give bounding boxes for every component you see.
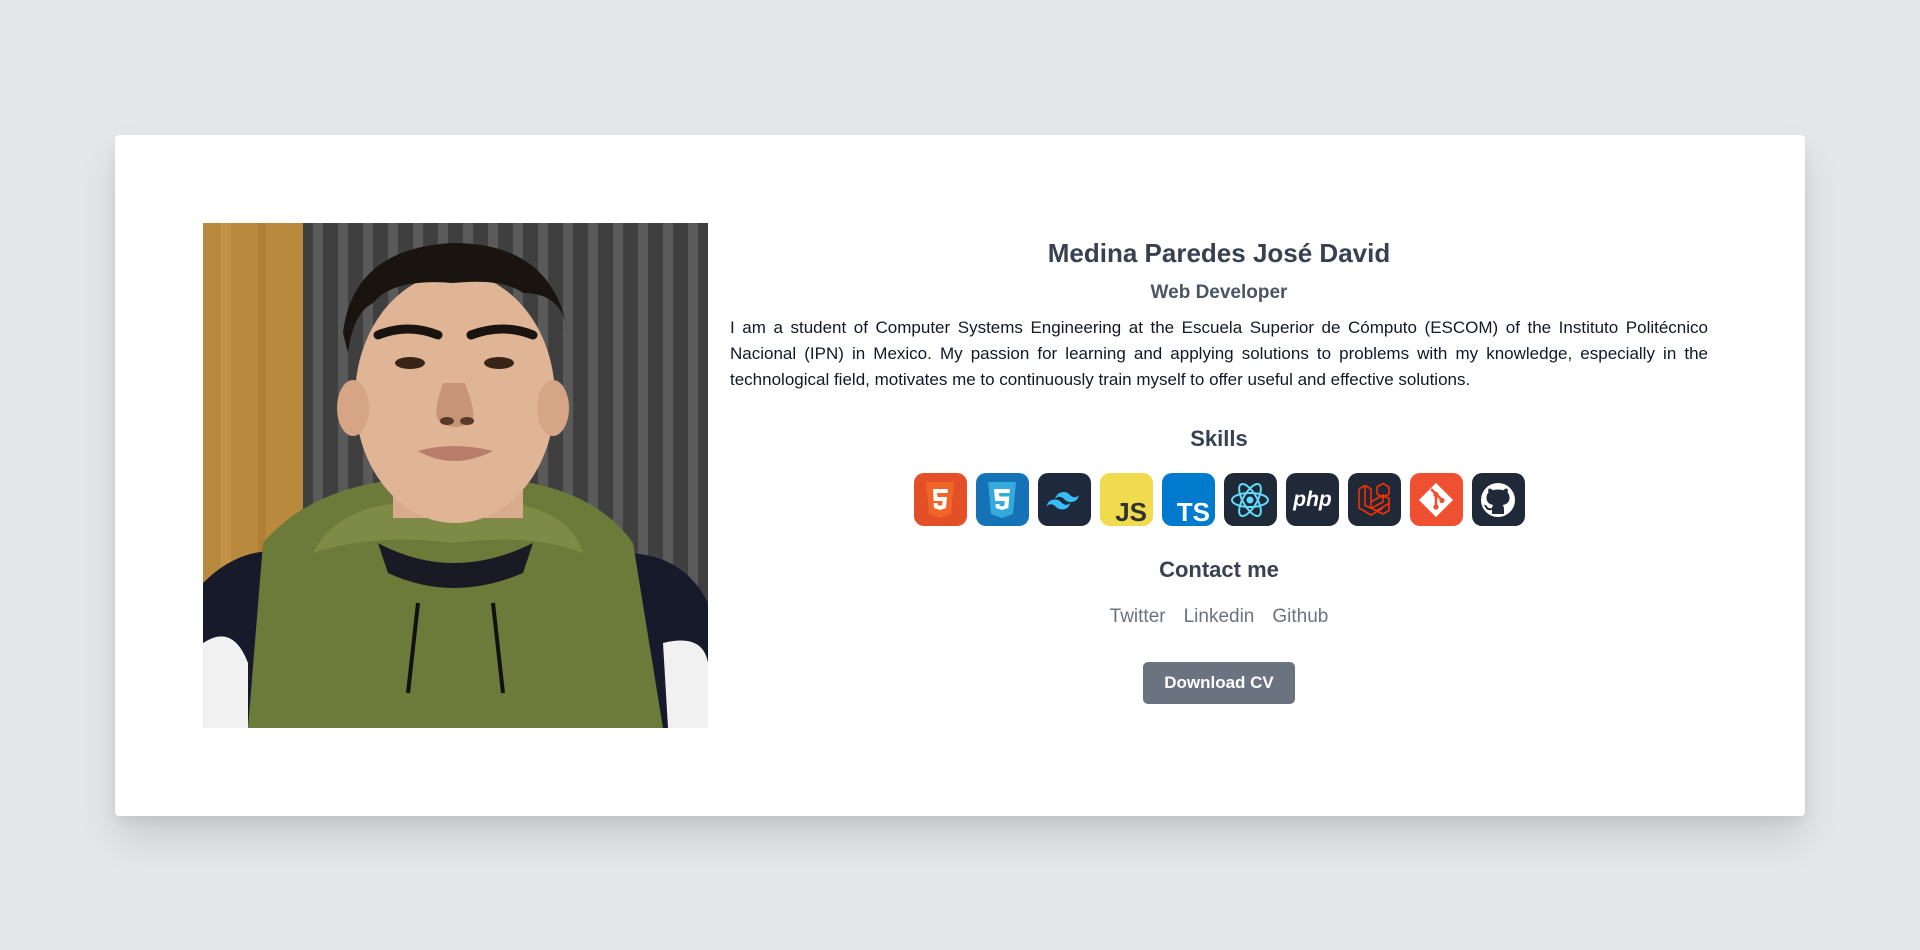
- github-link[interactable]: Github: [1272, 606, 1328, 628]
- linkedin-link[interactable]: Linkedin: [1184, 606, 1255, 628]
- react-icon: [1223, 473, 1277, 526]
- javascript-icon: JS: [1099, 473, 1153, 526]
- profile-card: Medina Paredes José David Web Developer …: [115, 135, 1805, 816]
- typescript-icon: TS: [1161, 473, 1215, 526]
- html5-icon: [913, 473, 967, 526]
- typescript-label: TS: [1176, 497, 1209, 526]
- contact-title: Contact me: [1159, 557, 1279, 582]
- profile-role: Web Developer: [1150, 282, 1288, 303]
- git-icon: [1409, 473, 1463, 526]
- github-icon: [1471, 473, 1525, 526]
- php-label: php: [1292, 488, 1332, 511]
- profile-name: Medina Paredes José David: [1047, 238, 1391, 268]
- css3-icon: [975, 473, 1029, 526]
- profile-photo: [203, 223, 708, 728]
- laravel-icon: [1347, 473, 1401, 526]
- contact-links: Twitter Linkedin Github: [730, 606, 1708, 628]
- download-cv-button[interactable]: Download CV: [1143, 662, 1295, 704]
- twitter-link[interactable]: Twitter: [1110, 606, 1166, 628]
- tailwind-icon: [1037, 473, 1091, 526]
- skills-list: JS TS php: [730, 473, 1708, 526]
- php-icon: php: [1285, 473, 1339, 526]
- skills-title: Skills: [1190, 426, 1248, 451]
- profile-bio: I am a student of Computer Systems Engin…: [730, 318, 1708, 389]
- profile-info: Medina Paredes José David Web Developer …: [730, 223, 1708, 704]
- javascript-label: JS: [1115, 497, 1147, 526]
